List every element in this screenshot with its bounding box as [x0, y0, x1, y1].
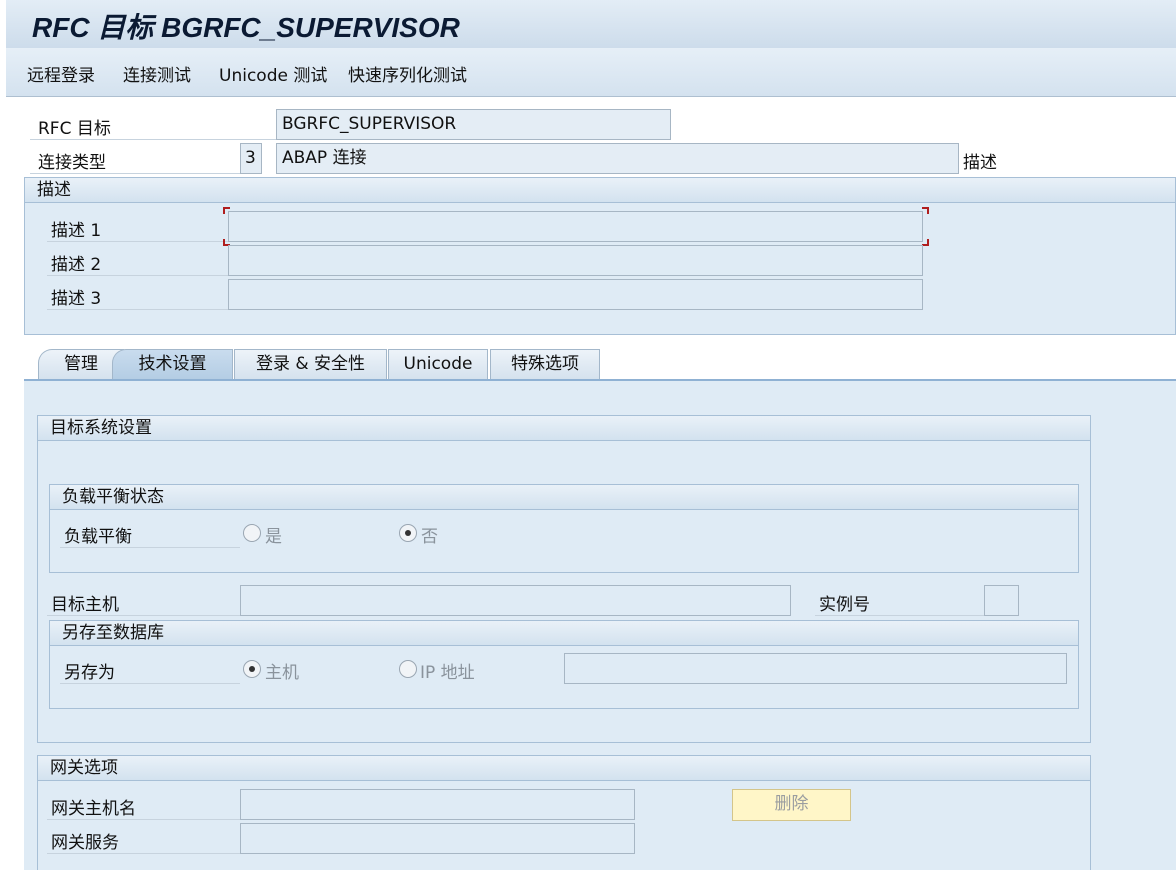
instance-number-input[interactable] — [984, 585, 1019, 616]
label-underline — [47, 819, 240, 820]
focus-marker — [922, 207, 929, 214]
save-as-label: 另存为 — [64, 663, 115, 683]
description-2-label: 描述 2 — [51, 255, 102, 275]
save-as-ip-radio[interactable] — [399, 660, 417, 678]
gateway-host-label: 网关主机名 — [51, 799, 136, 819]
gateway-host-input[interactable] — [240, 789, 635, 820]
target-host-label: 目标主机 — [51, 595, 119, 615]
connection-type-text: ABAP 连接 — [276, 143, 959, 174]
save-as-value-input[interactable] — [564, 653, 1067, 684]
description-link[interactable]: 描述 — [963, 148, 997, 173]
application-toolbar: 远程登录 连接测试 Unicode 测试 快速序列化测试 — [6, 48, 1176, 97]
title-bar: RFC 目标 BGRFC_SUPERVISOR — [6, 0, 1176, 48]
description-2-input[interactable] — [228, 245, 923, 276]
label-underline — [60, 683, 240, 684]
save-as-host-radio[interactable] — [243, 660, 261, 678]
label-underline — [60, 547, 240, 548]
label-underline — [47, 241, 228, 242]
load-balance-group: 负载平衡状态 — [49, 484, 1079, 573]
label-underline — [30, 173, 240, 174]
load-balance-label: 负载平衡 — [64, 527, 132, 547]
save-as-host-label: 主机 — [265, 663, 299, 683]
label-underline — [815, 615, 984, 616]
gateway-service-input[interactable] — [240, 823, 635, 854]
description-3-label: 描述 3 — [51, 289, 102, 309]
connection-type-code[interactable]: 3 — [240, 143, 262, 174]
tab-logon-security[interactable]: 登录 & 安全性 — [234, 349, 387, 379]
load-balance-yes-radio[interactable] — [243, 524, 261, 542]
label-underline — [47, 615, 240, 616]
toolbar-fast-serialization-test[interactable]: 快速序列化测试 — [348, 61, 467, 86]
label-underline — [47, 275, 228, 276]
instance-number-label: 实例号 — [819, 595, 870, 615]
tab-technical-settings[interactable]: 技术设置 — [112, 349, 233, 379]
label-underline — [47, 853, 240, 854]
description-1-label: 描述 1 — [51, 221, 102, 241]
label-underline — [30, 139, 276, 140]
save-to-db-group-title: 另存至数据库 — [50, 621, 1078, 646]
delete-button[interactable]: 删除 — [732, 789, 851, 821]
save-as-ip-label: IP 地址 — [420, 663, 475, 683]
gateway-service-label: 网关服务 — [51, 833, 119, 853]
target-system-group-title: 目标系统设置 — [38, 416, 1090, 441]
focus-marker — [922, 239, 929, 246]
focus-marker — [223, 207, 230, 214]
window-title: RFC 目标 BGRFC_SUPERVISOR — [32, 12, 460, 43]
load-balance-no-label: 否 — [421, 527, 438, 547]
connection-type-label: 连接类型 — [38, 153, 106, 173]
load-balance-yes-label: 是 — [265, 527, 282, 547]
rfc-destination-field[interactable]: BGRFC_SUPERVISOR — [276, 109, 671, 140]
load-balance-no-radio[interactable] — [399, 524, 417, 542]
description-3-input[interactable] — [228, 279, 923, 310]
target-host-input[interactable] — [240, 585, 791, 616]
toolbar-connection-test[interactable]: 连接测试 — [123, 61, 191, 86]
gateway-options-group-title: 网关选项 — [38, 756, 1090, 781]
tab-unicode[interactable]: Unicode — [388, 349, 488, 379]
toolbar-remote-logon[interactable]: 远程登录 — [27, 61, 95, 86]
description-1-input[interactable] — [228, 211, 923, 242]
description-group-title: 描述 — [25, 178, 1175, 203]
toolbar-unicode-test[interactable]: Unicode 测试 — [219, 61, 327, 86]
tab-special-options[interactable]: 特殊选项 — [490, 349, 600, 379]
load-balance-group-title: 负载平衡状态 — [50, 485, 1078, 510]
label-underline — [47, 309, 228, 310]
rfc-destination-label: RFC 目标 — [38, 119, 111, 139]
